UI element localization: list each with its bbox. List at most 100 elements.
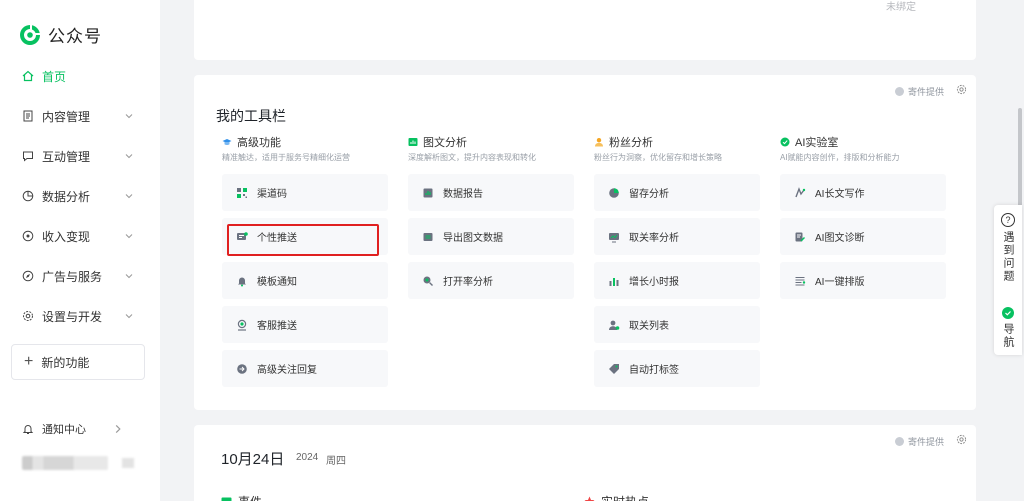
logo[interactable]: 公众号 xyxy=(18,22,102,47)
tool-label: 增长小时报 xyxy=(629,277,679,288)
sidebar-item-label: 数据分析 xyxy=(42,189,91,204)
sidebar-item-settings[interactable]: 设置与开发 xyxy=(0,298,160,334)
tool-template-notice[interactable]: 模板通知 xyxy=(222,262,388,299)
tool-column-ai: AI实验室 AI赋能内容创作，排版和分析能力 xyxy=(780,135,948,163)
vendor-label: 寄件提供 xyxy=(907,437,944,447)
tool-open-rate[interactable]: 打开率分析 xyxy=(408,262,574,299)
toolbar-title: 我的工具栏 xyxy=(216,108,286,124)
notification-center[interactable]: 通知中心 xyxy=(22,421,142,437)
tool-follow-reply[interactable]: 高级关注回复 xyxy=(222,350,388,387)
tool-unfollow-rate[interactable]: 取关率分析 xyxy=(594,218,760,255)
chevron-down-icon xyxy=(125,314,133,319)
compass-icon xyxy=(22,270,34,282)
gear-icon[interactable] xyxy=(956,84,967,95)
notification-label: 通知中心 xyxy=(42,424,86,436)
tool-label: 高级关注回复 xyxy=(257,365,317,376)
bell-icon xyxy=(22,425,34,434)
tool-column-advanced: 高级功能 精准触达，适用于服务号精细化运营 xyxy=(222,135,390,163)
chart-board-icon xyxy=(408,137,418,147)
sidebar-item-label: 广告与服务 xyxy=(42,269,103,284)
tool-export-article-data[interactable]: 导出图文数据 xyxy=(408,218,574,255)
app-name: 公众号 xyxy=(48,27,102,46)
sidebar-item-ads[interactable]: 广告与服务 xyxy=(0,258,160,294)
magnifier-icon xyxy=(422,275,434,287)
plus-icon: + xyxy=(24,353,34,370)
tool-service-push[interactable]: 客服推送 xyxy=(222,306,388,343)
chevron-right-icon xyxy=(115,424,121,434)
column-desc: 深度解析图文，提升内容表现和转化 xyxy=(408,153,536,162)
tool-label: 留存分析 xyxy=(629,189,669,200)
graduation-cap-icon xyxy=(222,137,232,147)
vendor-credit[interactable]: 寄件提供 xyxy=(894,435,944,448)
sidebar-item-interaction[interactable]: 互动管理 xyxy=(0,138,160,174)
nav-button[interactable]: 导航 xyxy=(994,307,1022,349)
tool-data-report[interactable]: 数据报告 xyxy=(408,174,574,211)
help-button[interactable]: ? 遇到问题 xyxy=(994,213,1022,283)
monitor-chart-icon xyxy=(608,231,620,243)
calendar-card: 寄件提供 10月24日 2024 周四 事件 实时热点 xyxy=(194,425,976,501)
report-icon xyxy=(422,187,434,199)
toolbar-card: 寄件提供 我的工具栏 高级功能 精准触达，适用于服务号精细化运营 图文分析 深度… xyxy=(194,75,976,410)
chevron-down-icon xyxy=(125,234,133,239)
tool-label: 自动打标签 xyxy=(629,365,679,376)
date-year: 2024 xyxy=(296,452,319,463)
reply-icon xyxy=(236,363,248,375)
vendor-icon xyxy=(894,87,904,96)
tool-hourly-growth[interactable]: 增长小时报 xyxy=(594,262,760,299)
tool-label: 导出图文数据 xyxy=(443,233,503,244)
chevron-down-icon xyxy=(125,274,133,279)
pen-ai-icon xyxy=(794,186,806,199)
vendor-label: 寄件提供 xyxy=(907,87,944,97)
binding-status: 未绑定 xyxy=(886,2,916,13)
sidebar-item-analytics[interactable]: 数据分析 xyxy=(0,178,160,214)
sidebar: 公众号 首页 内容管理 互动管理 数据分析 收入变现 广告与服务 设置与开发 +… xyxy=(0,0,160,501)
wechat-official-logo-icon xyxy=(20,24,40,45)
column-title: 粉丝分析 xyxy=(609,137,653,149)
tool-auto-tag[interactable]: 自动打标签 xyxy=(594,350,760,387)
ai-lab-icon xyxy=(780,137,790,147)
vendor-credit[interactable]: 寄件提供 xyxy=(894,85,944,98)
chevron-down-icon xyxy=(125,114,133,119)
nav-label: 导航 xyxy=(1002,323,1014,349)
date-weekday: 周四 xyxy=(326,456,346,467)
customer-service-icon xyxy=(236,319,248,331)
calendar-icon xyxy=(221,497,232,501)
hot-topics-section: 实时热点 xyxy=(584,493,649,501)
coin-icon xyxy=(22,230,34,242)
tool-ai-diagnosis[interactable]: AI图文诊断 xyxy=(780,218,946,255)
sidebar-item-label: 首页 xyxy=(42,69,67,84)
hot-topics-label: 实时热点 xyxy=(601,493,649,501)
pie-chart-icon xyxy=(22,190,34,202)
tool-label: AI长文写作 xyxy=(815,189,865,200)
tool-label: 打开率分析 xyxy=(443,277,493,288)
events-label: 事件 xyxy=(238,493,262,501)
tool-column-fans: 粉丝分析 粉丝行为洞察，优化留存和增长策略 xyxy=(594,135,762,163)
column-desc: 精准触达，适用于服务号精细化运营 xyxy=(222,153,350,162)
vendor-icon xyxy=(894,437,904,446)
tool-retention[interactable]: 留存分析 xyxy=(594,174,760,211)
user-remove-icon xyxy=(608,319,620,331)
tool-channel-code[interactable]: 渠道码 xyxy=(222,174,388,211)
tool-ai-one-click-layout[interactable]: AI一键排版 xyxy=(780,262,946,299)
tool-label: AI图文诊断 xyxy=(815,233,865,244)
account-switcher[interactable] xyxy=(22,456,134,470)
donut-chart-icon xyxy=(608,187,620,199)
sidebar-item-home[interactable]: 首页 xyxy=(0,58,160,94)
gear-icon[interactable] xyxy=(956,434,967,445)
highlight-box xyxy=(227,224,379,256)
chat-icon xyxy=(22,150,34,162)
chevron-down-icon xyxy=(125,154,133,159)
chevron-down-icon xyxy=(125,194,133,199)
tool-unfollow-list[interactable]: 取关列表 xyxy=(594,306,760,343)
sidebar-item-label: 设置与开发 xyxy=(42,309,103,324)
document-icon xyxy=(22,110,34,122)
sidebar-item-monetize[interactable]: 收入变现 xyxy=(0,218,160,254)
new-function-button[interactable]: + 新的功能 xyxy=(11,344,145,380)
floating-helper: ? 遇到问题 导航 xyxy=(994,205,1022,355)
tool-label: 渠道码 xyxy=(257,189,287,200)
sidebar-item-content[interactable]: 内容管理 xyxy=(0,98,160,134)
tool-ai-long-writing[interactable]: AI长文写作 xyxy=(780,174,946,211)
bell-icon xyxy=(236,275,248,287)
column-title: AI实验室 xyxy=(795,137,839,149)
account-info-card: 未绑定 xyxy=(194,0,976,60)
